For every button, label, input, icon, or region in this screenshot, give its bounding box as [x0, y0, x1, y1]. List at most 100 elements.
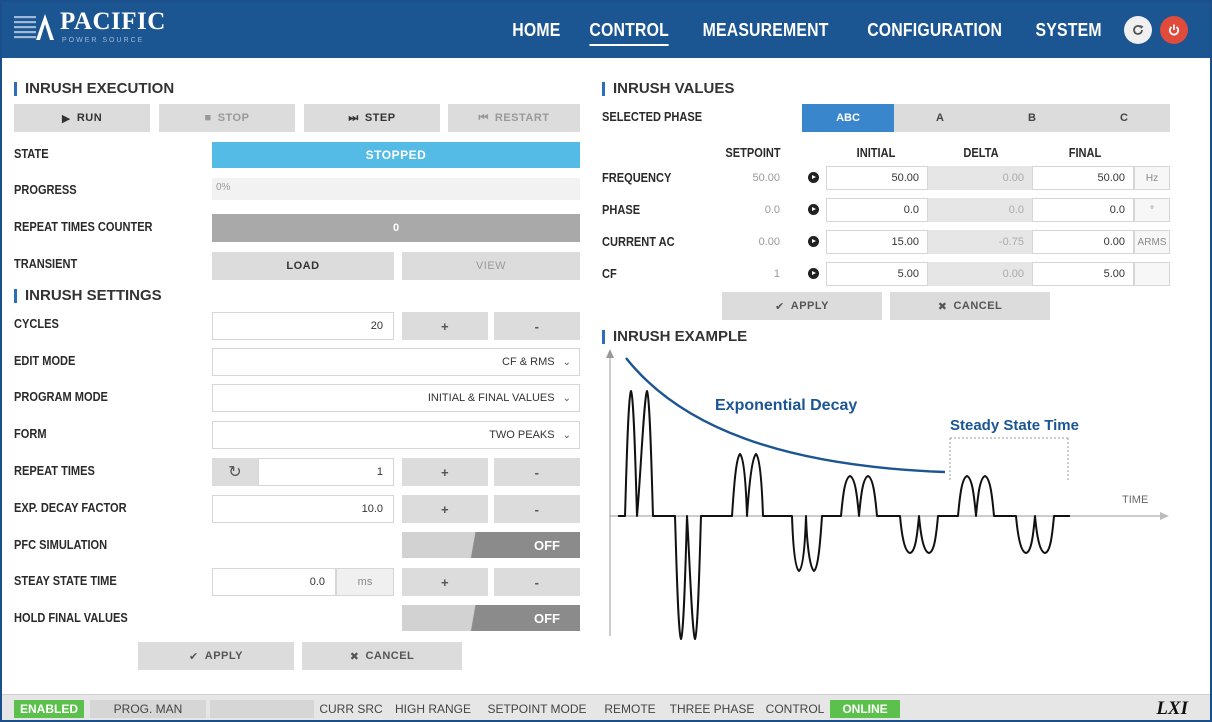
nav-control[interactable]: CONTROL: [589, 2, 670, 58]
copy-arrow-icon[interactable]: [808, 172, 819, 183]
run-button[interactable]: ▶ RUN: [14, 104, 150, 132]
settings-apply-button[interactable]: ✔ APPLY: [138, 642, 294, 670]
status-high-range: HIGH RANGE: [394, 702, 471, 716]
decay-factor-input[interactable]: 10.0: [212, 495, 394, 523]
current-ac-initial[interactable]: 15.00: [826, 230, 928, 254]
phase-delta: 0.0: [928, 198, 1032, 222]
step-button[interactable]: ⏭ STEP: [304, 104, 440, 132]
check-icon: ✔: [775, 300, 785, 313]
phase-final[interactable]: 0.0: [1032, 198, 1134, 222]
edit-mode-label: EDIT MODE: [14, 353, 76, 368]
values-cancel-button[interactable]: ✖ CANCEL: [890, 292, 1050, 320]
phase-setpoint: 0.0: [704, 198, 808, 222]
brand-name: PACIFIC: [60, 8, 166, 35]
status-setpoint-mode: SETPOINT MODE: [487, 702, 587, 716]
decay-plus-button[interactable]: +: [402, 495, 488, 523]
stop-icon: ■: [204, 112, 212, 124]
inrush-execution-title: INRUSH EXECUTION: [14, 80, 174, 97]
cf-setpoint: 1: [704, 262, 808, 286]
col-final: FINAL: [1068, 145, 1102, 160]
steady-state-annotation: Steady State Time: [950, 417, 1079, 434]
main-nav: HOME CONTROL MEASUREMENT CONFIGURATION S…: [509, 2, 1106, 58]
nav-system[interactable]: SYSTEM: [1035, 2, 1101, 58]
nav-measurement[interactable]: MEASUREMENT: [703, 2, 829, 58]
nav-configuration[interactable]: CONFIGURATION: [867, 2, 1002, 58]
power-icon[interactable]: [1160, 16, 1188, 44]
status-blank: [210, 700, 314, 718]
progress-text: 0%: [216, 182, 231, 193]
settings-cancel-button[interactable]: ✖ CANCEL: [302, 642, 462, 670]
chevron-down-icon: ⌄: [562, 356, 571, 368]
view-button[interactable]: VIEW: [402, 252, 580, 280]
cycles-minus-button[interactable]: -: [494, 312, 580, 340]
state-indicator: STOPPED: [212, 142, 580, 168]
phase-unit: °: [1134, 198, 1170, 222]
status-remote: REMOTE: [604, 702, 656, 716]
phase-tab-c[interactable]: C: [1078, 104, 1170, 132]
steady-state-input[interactable]: 0.0: [212, 568, 336, 596]
copy-arrow-icon[interactable]: [808, 236, 819, 247]
status-online: ONLINE: [830, 700, 900, 718]
values-apply-button[interactable]: ✔ APPLY: [722, 292, 882, 320]
load-button[interactable]: LOAD: [212, 252, 394, 280]
decay-annotation: Exponential Decay: [715, 397, 857, 414]
pfc-simulation-toggle[interactable]: OFF: [402, 532, 580, 558]
current-ac-unit: ARMS: [1134, 230, 1170, 254]
cycles-label: CYCLES: [14, 316, 59, 331]
pacific-logo: PACIFIC POWER SOURCE: [14, 8, 184, 50]
steady-plus-button[interactable]: +: [402, 568, 488, 596]
close-icon: ✖: [937, 300, 948, 313]
edit-mode-select[interactable]: CF & RMS ⌄: [212, 348, 580, 376]
check-icon: ✔: [189, 650, 199, 663]
cf-label: CF: [602, 266, 617, 281]
phase-tab-abc[interactable]: ABC: [802, 104, 894, 132]
y-axis-arrow-icon: [606, 349, 614, 358]
program-mode-select[interactable]: INITIAL & FINAL VALUES ⌄: [212, 384, 580, 412]
inrush-settings-title: INRUSH SETTINGS: [14, 287, 162, 304]
repeat-minus-button[interactable]: -: [494, 458, 580, 486]
repeat-counter-label: REPEAT TIMES COUNTER: [14, 219, 153, 234]
repeat-counter-value: 0: [212, 214, 580, 242]
nav-home[interactable]: HOME: [512, 2, 560, 58]
selected-phase-label: SELECTED PHASE: [602, 109, 703, 124]
frequency-final[interactable]: 50.00: [1032, 166, 1134, 190]
phase-tab-b[interactable]: B: [986, 104, 1078, 132]
current-ac-final[interactable]: 0.00: [1032, 230, 1134, 254]
frequency-delta: 0.00: [928, 166, 1032, 190]
current-ac-setpoint: 0.00: [704, 230, 808, 254]
cycles-input[interactable]: 20: [212, 312, 394, 340]
col-setpoint: SETPOINT: [725, 145, 781, 160]
phase-initial[interactable]: 0.0: [826, 198, 928, 222]
cycles-plus-button[interactable]: +: [402, 312, 488, 340]
copy-arrow-icon[interactable]: [808, 268, 819, 279]
progress-label: PROGRESS: [14, 182, 77, 197]
hold-final-toggle[interactable]: OFF: [402, 605, 580, 631]
form-label: FORM: [14, 426, 47, 441]
repeat-plus-button[interactable]: +: [402, 458, 488, 486]
steady-state-label: STEAY STATE TIME: [14, 573, 117, 588]
decay-factor-label: EXP. DECAY FACTOR: [14, 500, 127, 515]
time-axis-arrow-icon: [1160, 512, 1169, 520]
stop-button[interactable]: ■ STOP: [159, 104, 295, 132]
repeat-times-input[interactable]: 1: [258, 458, 394, 486]
progress-bar: 0%: [212, 178, 580, 200]
cf-final[interactable]: 5.00: [1032, 262, 1134, 286]
decay-minus-button[interactable]: -: [494, 495, 580, 523]
repeat-cycle-icon[interactable]: ↻: [212, 458, 258, 486]
chevron-down-icon: ⌄: [562, 429, 571, 441]
hold-final-label: HOLD FINAL VALUES: [14, 610, 128, 625]
decay-curve: [625, 357, 946, 474]
cf-initial[interactable]: 5.00: [826, 262, 928, 286]
restart-button[interactable]: ⏮ RESTART: [448, 104, 580, 132]
refresh-icon[interactable]: [1124, 16, 1152, 44]
status-prog: PROG. MAN: [90, 700, 206, 718]
state-label: STATE: [14, 146, 49, 161]
steady-minus-button[interactable]: -: [494, 568, 580, 596]
copy-arrow-icon[interactable]: [808, 204, 819, 215]
inrush-example-title: INRUSH EXAMPLE: [602, 328, 747, 345]
status-enabled: ENABLED: [14, 700, 84, 718]
frequency-initial[interactable]: 50.00: [826, 166, 928, 190]
form-select[interactable]: TWO PEAKS ⌄: [212, 421, 580, 449]
phase-tab-a[interactable]: A: [894, 104, 986, 132]
cf-delta: 0.00: [928, 262, 1032, 286]
